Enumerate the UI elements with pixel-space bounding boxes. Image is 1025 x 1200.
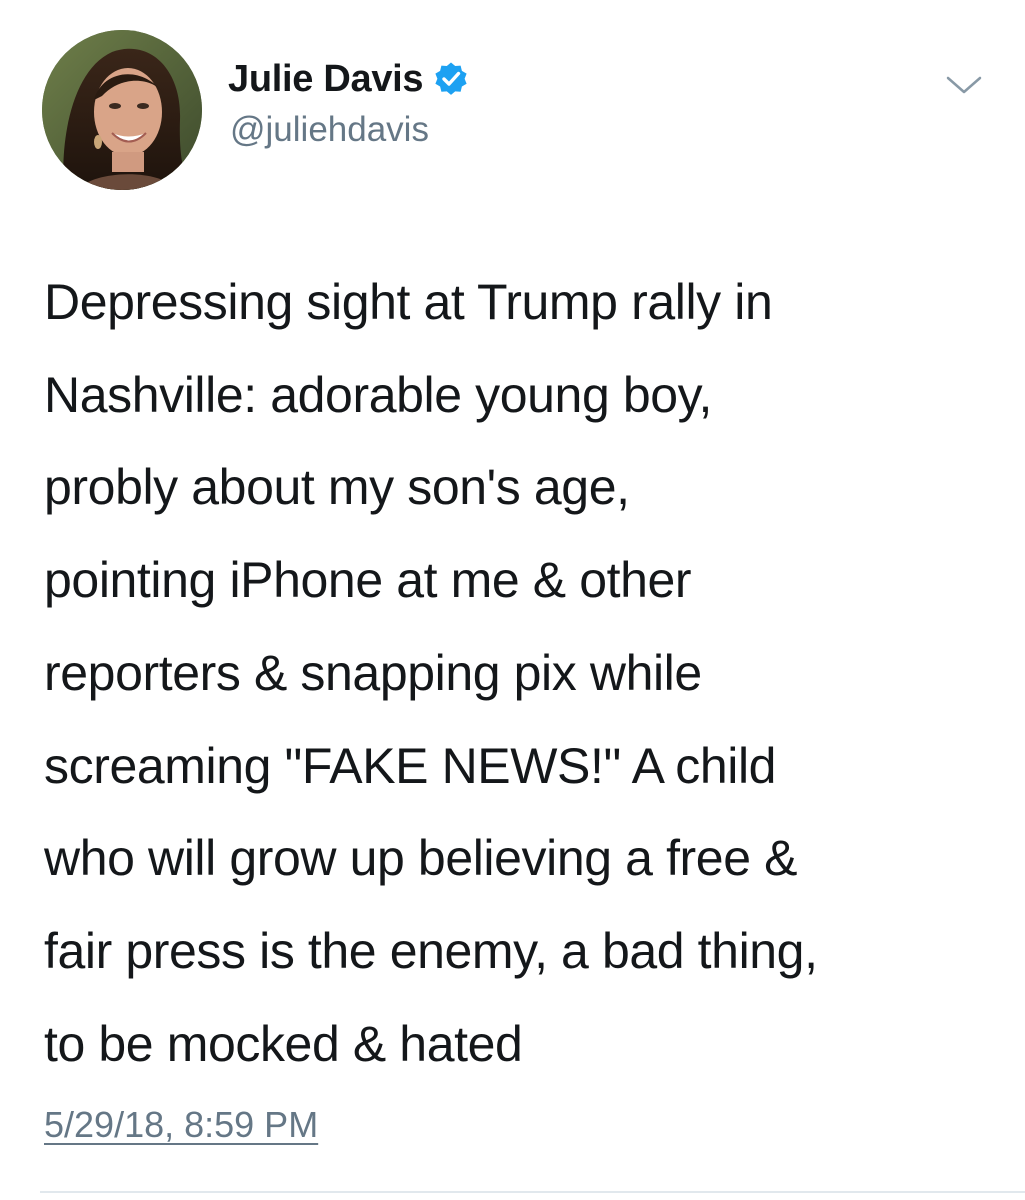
tweet-text-line: pointing iPhone at me & other — [44, 552, 692, 609]
avatar[interactable] — [42, 30, 202, 190]
tweet-text-line: fair press is the enemy, a bad thing, — [44, 922, 818, 979]
author-display-name[interactable]: Julie Davis — [228, 58, 424, 101]
author-name-row: Julie Davis — [228, 56, 469, 102]
tweet-timestamp-link[interactable]: 5/29/18, 8:59 PM — [44, 1104, 318, 1146]
divider — [40, 1191, 1025, 1193]
tweet-text-line: Depressing sight at Trump rally in — [44, 274, 773, 330]
verified-badge-icon — [433, 61, 469, 97]
profile-photo — [42, 30, 202, 190]
tweet-text-line: probly about my son's age, — [44, 459, 630, 516]
tweet: Julie Davis @juliehdavis Depressing sigh… — [0, 0, 1025, 1200]
tweet-text-line: screaming "FAKE NEWS!" A child — [44, 737, 777, 794]
author-handle[interactable]: @juliehdavis — [230, 110, 429, 150]
tweet-text: Depressing sight at Trump rally in Nashv… — [44, 256, 984, 1090]
tweet-text-line: reporters & snapping pix while — [44, 644, 702, 701]
tweet-text-line: to be mocked & hated — [44, 1015, 523, 1072]
tweet-text-line: who will grow up believing a free & — [44, 830, 798, 887]
chevron-down-icon[interactable] — [945, 70, 983, 100]
tweet-text-line: Nashville: adorable young boy, — [44, 366, 713, 423]
